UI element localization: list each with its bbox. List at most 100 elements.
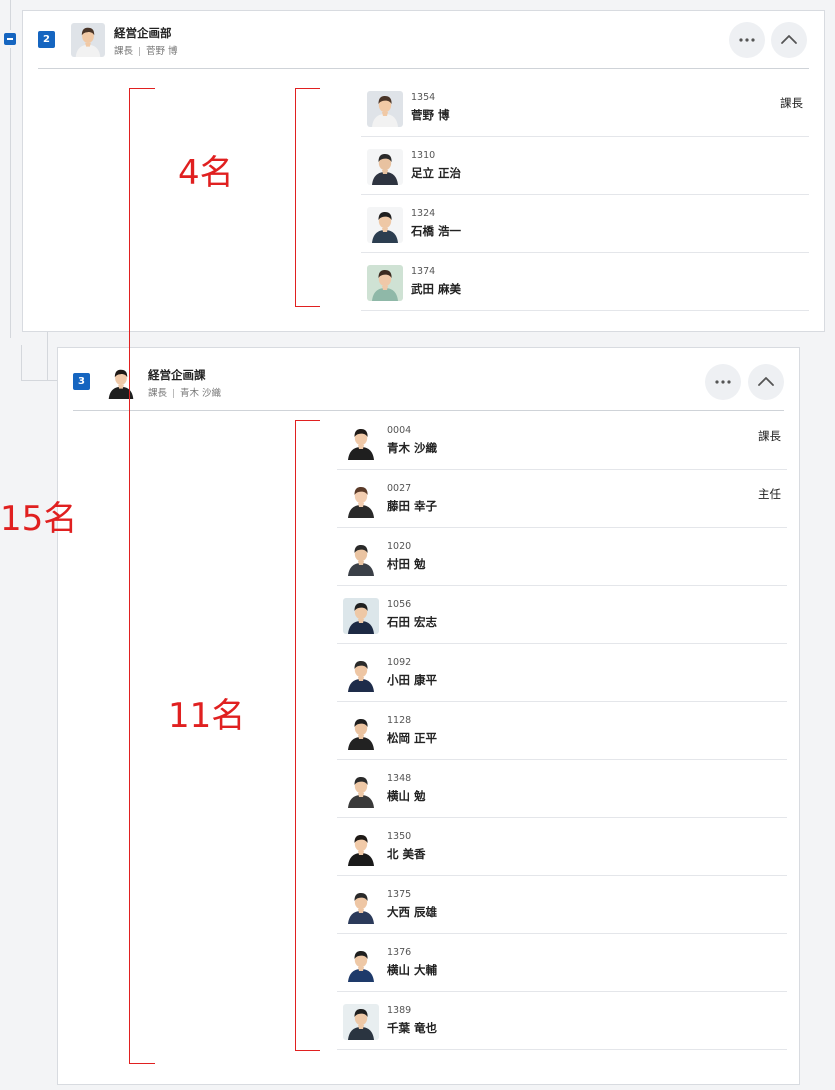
department-head: 課長 青木 沙織 (148, 385, 221, 399)
employee-name: 横山 勉 (387, 789, 426, 803)
member-row[interactable]: 0004 青木 沙織 課長 (337, 412, 787, 470)
employee-name: 足立 正治 (411, 166, 462, 180)
level-badge: 2 (38, 31, 55, 48)
avatar (343, 772, 379, 808)
head-name: 青木 沙織 (180, 388, 222, 399)
employee-id: 1056 (387, 599, 412, 610)
separator (173, 389, 175, 398)
annotation-bracket-section1 (295, 88, 320, 307)
department-head: 課長 菅野 博 (114, 43, 178, 57)
department-name: 経営企画課 (148, 368, 206, 382)
more-options-button[interactable] (705, 364, 741, 400)
employee-id: 1389 (387, 1005, 412, 1016)
member-row[interactable]: 1375 大西 辰雄 (337, 876, 787, 934)
employee-id: 0004 (387, 425, 412, 436)
tree-connector-branch (21, 380, 58, 381)
avatar (343, 830, 379, 866)
avatar (367, 91, 403, 127)
employee-name: 藤田 幸子 (387, 499, 438, 513)
person-photo-icon (343, 714, 379, 750)
person-photo-icon (343, 656, 379, 692)
employee-name: 武田 麻美 (411, 282, 462, 296)
employee-name: 石田 宏志 (387, 615, 438, 629)
person-photo-icon (343, 424, 379, 460)
avatar (343, 946, 379, 982)
person-photo-icon (343, 888, 379, 924)
department-card-header: 3 経営企画課 課長 青木 沙織 (58, 348, 799, 405)
person-photo-icon (343, 540, 379, 576)
head-name: 菅野 博 (146, 46, 178, 57)
person-photo-icon (367, 265, 403, 301)
more-options-button[interactable] (729, 22, 765, 58)
member-row[interactable]: 1350 北 美香 (337, 818, 787, 876)
person-photo-icon (343, 830, 379, 866)
head-title: 課長 (114, 46, 134, 57)
person-photo-icon (343, 772, 379, 808)
annotation-total-count: 15名 (0, 499, 78, 539)
annotation-section1-count: 4名 (178, 153, 234, 193)
member-row[interactable]: 1354 菅野 博 課長 (361, 79, 809, 137)
annotation-bracket-section2 (295, 420, 320, 1051)
collapse-button[interactable] (748, 364, 784, 400)
employee-id: 1376 (387, 947, 412, 958)
employee-name: 横山 大輔 (387, 963, 438, 977)
person-photo-icon (71, 23, 105, 57)
employee-name: 菅野 博 (411, 108, 450, 122)
avatar (343, 424, 379, 460)
employee-id: 1354 (411, 92, 436, 103)
employee-name: 青木 沙織 (387, 441, 438, 455)
level-badge: 3 (73, 373, 90, 390)
member-row[interactable]: 1374 武田 麻美 (361, 253, 809, 311)
employee-role: 課長 (758, 429, 781, 443)
member-row[interactable]: 1056 石田 宏志 (337, 586, 787, 644)
annotation-section2-count: 11名 (168, 696, 246, 736)
person-photo-icon (343, 1004, 379, 1040)
annotation-bracket-total (129, 88, 155, 1064)
chevron-up-icon (781, 35, 797, 44)
department-name: 経営企画部 (114, 26, 172, 40)
avatar (343, 482, 379, 518)
employee-role: 課長 (780, 96, 803, 110)
employee-name: 北 美香 (387, 847, 426, 861)
member-row[interactable]: 1310 足立 正治 (361, 137, 809, 195)
employee-id: 0027 (387, 483, 412, 494)
member-row[interactable]: 1348 横山 勉 (337, 760, 787, 818)
person-photo-icon (343, 598, 379, 634)
department-card-header: 2 経営企画部 課長 菅野 博 (23, 11, 824, 68)
more-horizontal-icon (715, 380, 731, 384)
header-divider (73, 410, 784, 411)
employee-id: 1324 (411, 208, 436, 219)
employee-id: 1348 (387, 773, 412, 784)
avatar (343, 540, 379, 576)
member-row[interactable]: 1389 千葉 竜也 (337, 992, 787, 1050)
employee-name: 小田 康平 (387, 673, 438, 687)
avatar (343, 1004, 379, 1040)
collapse-button[interactable] (771, 22, 807, 58)
avatar (343, 888, 379, 924)
collapse-toggle-icon[interactable] (4, 33, 16, 45)
tree-connector-vertical (10, 0, 11, 30)
avatar (367, 149, 403, 185)
employee-name: 村田 勉 (387, 557, 426, 571)
member-row[interactable]: 1376 横山 大輔 (337, 934, 787, 992)
person-photo-icon (343, 946, 379, 982)
tree-connector-vertical (10, 48, 11, 338)
member-row[interactable]: 1128 松岡 正平 (337, 702, 787, 760)
employee-name: 石橋 浩一 (411, 224, 462, 238)
employee-id: 1310 (411, 150, 436, 161)
avatar (71, 23, 105, 57)
employee-id: 1128 (387, 715, 412, 726)
person-photo-icon (343, 482, 379, 518)
employee-name: 千葉 竜也 (387, 1021, 438, 1035)
member-row[interactable]: 1324 石橋 浩一 (361, 195, 809, 253)
person-photo-icon (367, 207, 403, 243)
member-row[interactable]: 1092 小田 康平 (337, 644, 787, 702)
tree-connector-branch (21, 345, 22, 381)
avatar (343, 598, 379, 634)
person-photo-icon (367, 149, 403, 185)
chevron-up-icon (758, 377, 774, 386)
separator (139, 47, 141, 56)
header-divider (38, 68, 809, 69)
member-row[interactable]: 1020 村田 勉 (337, 528, 787, 586)
member-row[interactable]: 0027 藤田 幸子 主任 (337, 470, 787, 528)
